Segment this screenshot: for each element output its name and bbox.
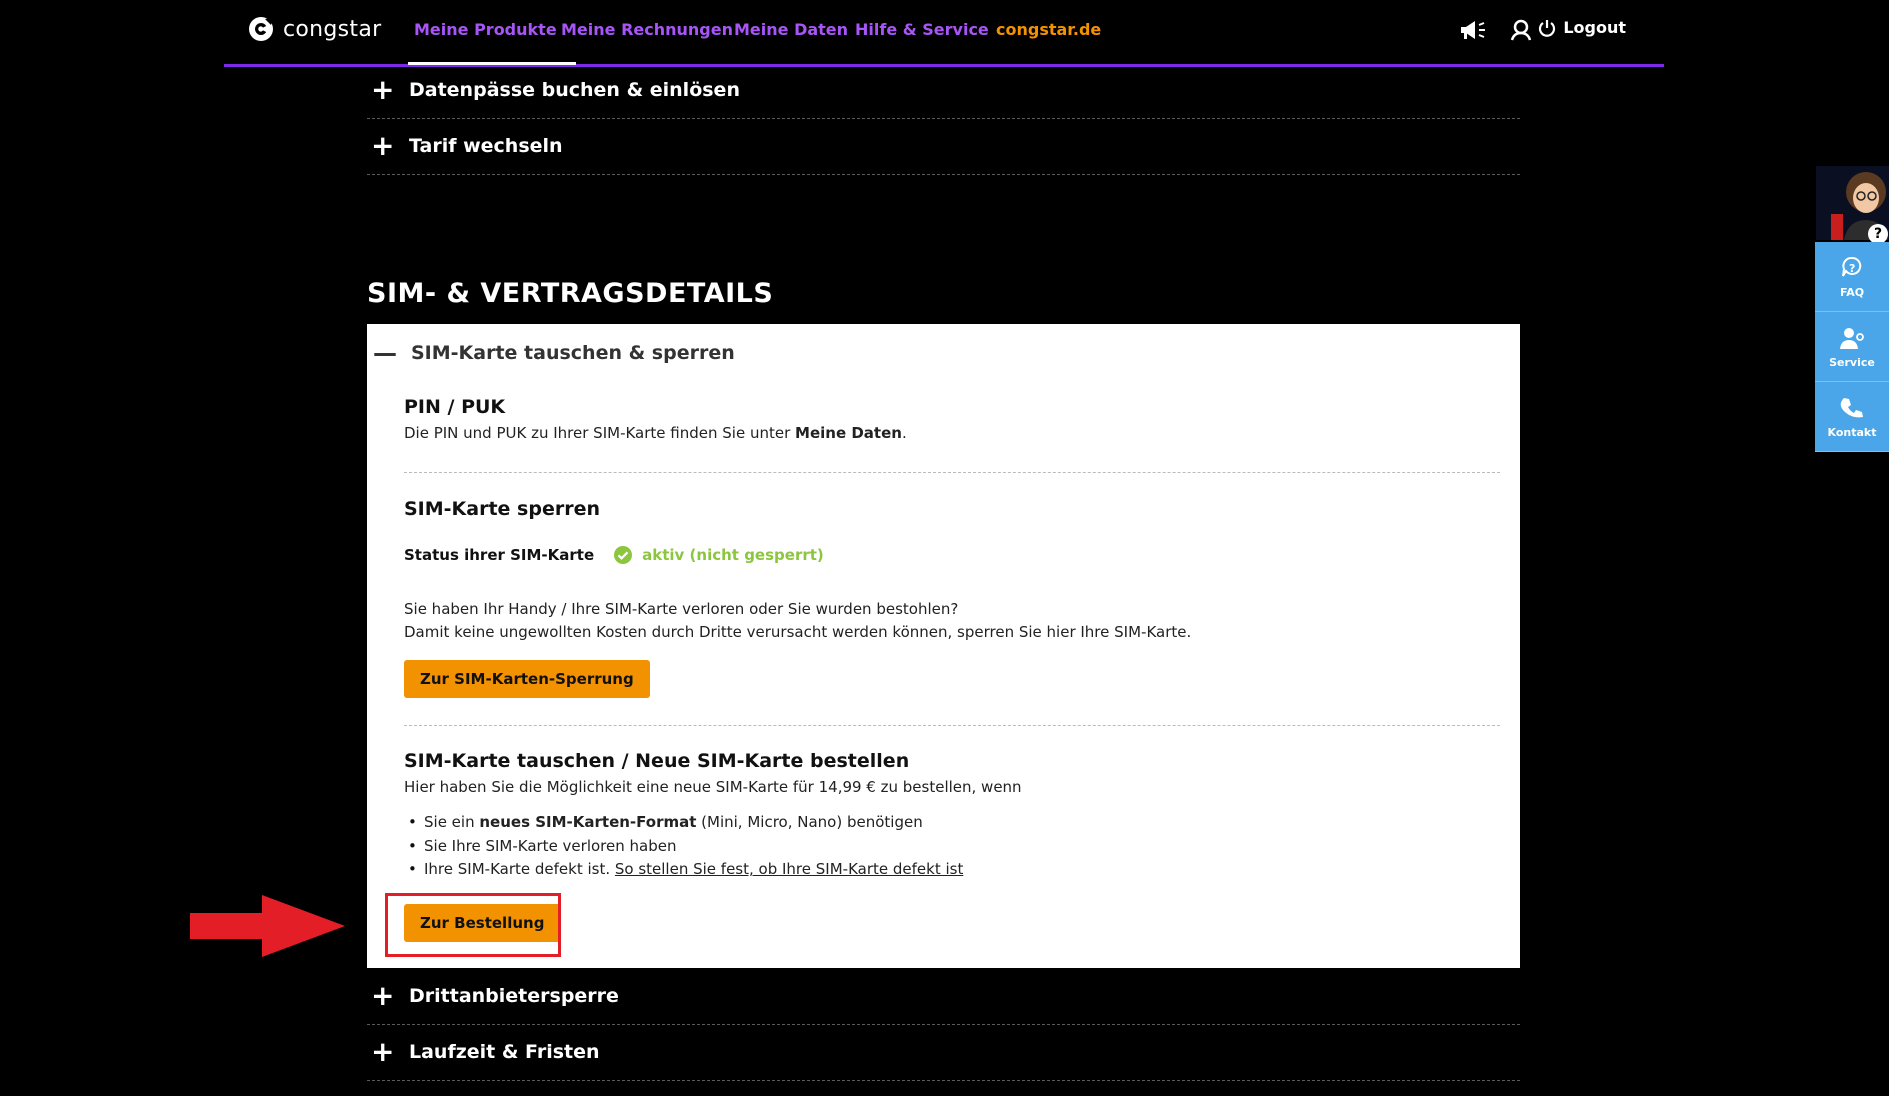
help-badge[interactable]: ? — [1868, 224, 1888, 244]
plus-icon: + — [371, 129, 395, 162]
svg-text:?: ? — [1849, 262, 1855, 275]
sim-panel: — SIM-Karte tauschen & sperren PIN / PUK… — [367, 324, 1520, 968]
bullet1-post: (Mini, Micro, Nano) benötigen — [696, 813, 923, 831]
bullet1-bold: neues SIM-Karten-Format — [479, 813, 697, 831]
side-service-label: Service — [1829, 355, 1875, 369]
congstar-logo-icon — [249, 17, 273, 41]
congstar-logo[interactable]: congstar — [248, 16, 381, 42]
pin-puk-text-end: . — [901, 424, 907, 442]
sim-defekt-link[interactable]: So stellen Sie fest, ob Ihre SIM-Karte d… — [615, 860, 963, 878]
nav-meine-rechnungen[interactable]: Meine Rechnungen — [561, 20, 733, 39]
status-label: Status ihrer SIM-Karte — [404, 546, 595, 564]
user-icon[interactable] — [1506, 18, 1536, 42]
accordion-title: SIM-Karte tauschen & sperren — [411, 342, 735, 364]
accordion-title: Drittanbietersperre — [409, 985, 619, 1007]
logout-button[interactable]: Logout — [1538, 18, 1626, 37]
sim-status-row: Status ihrer SIM-Karte aktiv (nicht gesp… — [404, 546, 824, 564]
sim-sperren-text: Sie haben Ihr Handy / Ihre SIM-Karte ver… — [404, 598, 1500, 644]
sim-tauschen-section: SIM-Karte tauschen / Neue SIM-Karte best… — [404, 750, 1500, 882]
plus-icon: + — [371, 1035, 395, 1068]
sim-sperren-line1: Sie haben Ihr Handy / Ihre SIM-Karte ver… — [404, 600, 959, 618]
service-icon — [1840, 327, 1864, 349]
sim-sperren-heading: SIM-Karte sperren — [404, 498, 600, 520]
sim-tauschen-intro: Hier haben Sie die Möglichkeit eine neue… — [404, 778, 1022, 796]
plus-icon: + — [371, 73, 395, 106]
list-item: Sie ein neues SIM-Karten-Format (Mini, M… — [404, 811, 1500, 835]
sim-tauschen-list: Sie ein neues SIM-Karten-Format (Mini, M… — [404, 811, 1500, 882]
side-faq-label: FAQ — [1839, 285, 1865, 299]
accordion-drittanbietersperre[interactable]: + Drittanbietersperre — [367, 968, 1520, 1025]
red-arrow-icon — [190, 895, 345, 957]
contact-icon — [1840, 397, 1863, 417]
megaphone-icon[interactable] — [1458, 18, 1488, 42]
plus-icon: + — [371, 979, 395, 1012]
accordion-title: Datenpässe buchen & einlösen — [409, 79, 740, 101]
status-value: aktiv (nicht gesperrt) — [642, 546, 824, 564]
meine-daten-link[interactable]: Meine Daten — [795, 424, 902, 442]
pin-puk-text-start: Die PIN und PUK zu Ihrer SIM-Karte finde… — [404, 424, 796, 442]
logo-text: congstar — [283, 16, 382, 42]
side-kontakt-label: Kontakt — [1827, 425, 1877, 439]
nav-hilfe-service[interactable]: Hilfe & Service — [855, 20, 989, 39]
sim-tauschen-heading: SIM-Karte tauschen / Neue SIM-Karte best… — [404, 750, 910, 772]
highlight-box — [385, 893, 561, 957]
faq-icon: ? — [1842, 256, 1862, 277]
sim-sperren-line2: Damit keine ungewollten Kosten durch Dri… — [404, 623, 1192, 641]
list-item: Sie Ihre SIM-Karte verloren haben — [404, 835, 1500, 859]
list-item: Ihre SIM-Karte defekt ist. So stellen Si… — [404, 858, 1500, 882]
divider — [404, 725, 1500, 726]
sim-sperrung-button[interactable]: Zur SIM-Karten-Sperrung — [404, 660, 650, 698]
minus-icon: — — [373, 339, 397, 367]
accordion-sim-karte-tauschen[interactable]: — SIM-Karte tauschen & sperren — [367, 338, 735, 368]
divider — [404, 472, 1500, 473]
bullet3-text: Ihre SIM-Karte defekt ist. — [424, 860, 615, 878]
power-icon — [1539, 19, 1556, 37]
nav-meine-produkte[interactable]: Meine Produkte — [414, 20, 557, 39]
side-service-button[interactable]: Service — [1815, 312, 1889, 382]
accordion-laufzeit-fristen[interactable]: + Laufzeit & Fristen — [367, 1024, 1520, 1081]
sim-sperren-section: SIM-Karte sperren — [404, 498, 1500, 520]
accordion-tarif-wechseln[interactable]: + Tarif wechseln — [367, 118, 1520, 175]
side-faq-button[interactable]: ? FAQ — [1815, 242, 1889, 312]
check-circle-icon — [614, 546, 633, 564]
accordion-datenpaesse[interactable]: + Datenpässe buchen & einlösen — [367, 62, 1520, 119]
accordion-title: Tarif wechseln — [409, 135, 563, 157]
bullet1-pre: Sie ein — [424, 813, 480, 831]
accordion-title: Laufzeit & Fristen — [409, 1041, 600, 1063]
logout-label: Logout — [1563, 18, 1626, 37]
top-navigation: congstar Meine Produkte Meine Rechnungen… — [224, 0, 1664, 67]
side-kontakt-button[interactable]: Kontakt — [1815, 382, 1889, 452]
nav-congstar-de[interactable]: congstar.de — [996, 20, 1101, 39]
pin-puk-section: PIN / PUK Die PIN und PUK zu Ihrer SIM-K… — [404, 396, 1500, 445]
pin-puk-text: Die PIN und PUK zu Ihrer SIM-Karte finde… — [404, 422, 1500, 445]
nav-meine-daten[interactable]: Meine Daten — [734, 20, 848, 39]
pin-puk-heading: PIN / PUK — [404, 396, 506, 418]
section-title: SIM- & VERTRAGSDETAILS — [367, 278, 774, 309]
